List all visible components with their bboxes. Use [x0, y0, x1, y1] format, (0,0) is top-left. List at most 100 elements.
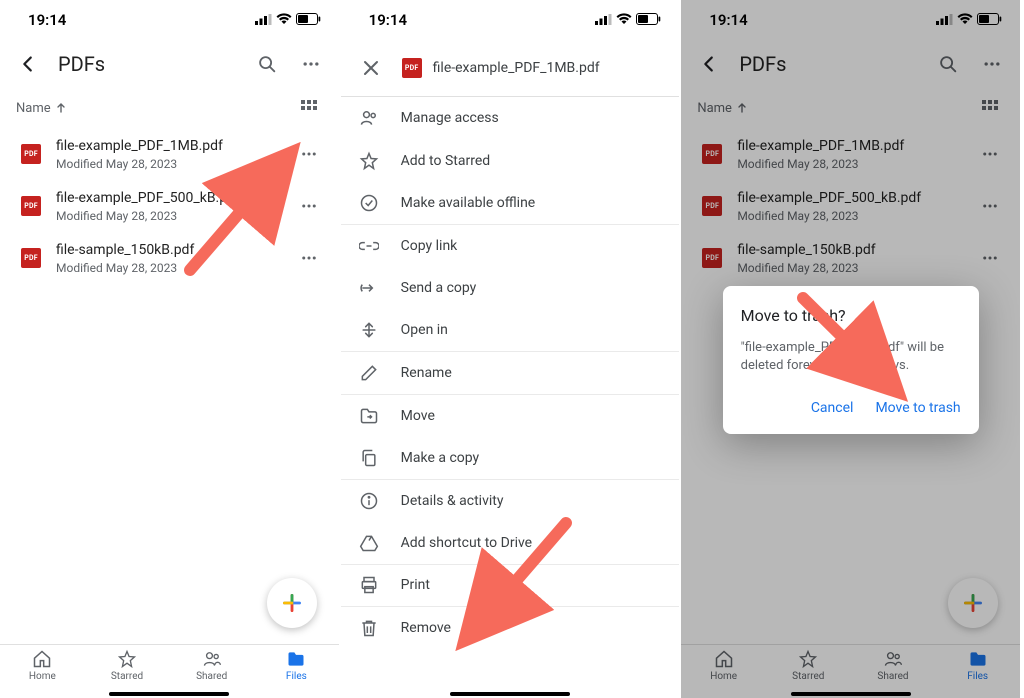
sheet-filename: file-example_PDF_1MB.pdf: [433, 60, 600, 76]
fab-add[interactable]: [948, 578, 998, 628]
bottom-bar: Home Starred Shared Files: [0, 644, 339, 698]
menu-label: Send a copy: [401, 280, 477, 296]
cellular-icon: [595, 11, 612, 29]
file-name: file-example_PDF_500_kB.pdf: [56, 189, 277, 207]
screen-actions-sheet: 19:14 PDF file-example_PDF_1MB.pdf Manag…: [341, 0, 680, 698]
more-button[interactable]: [972, 44, 1012, 84]
file-more-button[interactable]: [291, 136, 327, 172]
cancel-button[interactable]: Cancel: [811, 392, 854, 424]
sort-button[interactable]: Name: [16, 101, 67, 116]
menu-make-offline[interactable]: Make available offline: [341, 182, 680, 225]
file-more-button[interactable]: [972, 188, 1008, 224]
confirm-button[interactable]: Move to trash: [875, 392, 960, 424]
file-row[interactable]: PDF file-example_PDF_500_kB.pdfModified …: [681, 180, 1020, 232]
home-indicator[interactable]: [450, 692, 570, 696]
tab-home[interactable]: Home: [0, 649, 85, 682]
tab-shared[interactable]: Shared: [169, 649, 254, 682]
star-icon: [359, 151, 379, 171]
trash-dialog: Move to trash? "file-example_PDF_1MB.pdf…: [723, 286, 979, 434]
menu-make-copy[interactable]: Make a copy: [341, 437, 680, 480]
menu-label: Open in: [401, 322, 448, 338]
menu-details[interactable]: Details & activity: [341, 480, 680, 523]
trash-icon: [359, 618, 379, 638]
view-toggle[interactable]: [976, 94, 1004, 122]
home-indicator[interactable]: [109, 692, 229, 696]
tab-home[interactable]: Home: [681, 649, 766, 682]
tab-shared[interactable]: Shared: [851, 649, 936, 682]
file-modified: Modified May 28, 2023: [737, 209, 958, 223]
menu-open-in[interactable]: Open in: [341, 310, 680, 353]
menu-remove[interactable]: Remove: [341, 607, 680, 650]
view-toggle[interactable]: [295, 94, 323, 122]
wifi-icon: [276, 11, 292, 29]
file-row[interactable]: PDF file-example_PDF_500_kB.pdfModified …: [0, 180, 339, 232]
menu-add-starred[interactable]: Add to Starred: [341, 140, 680, 183]
status-time: 19:14: [369, 11, 407, 29]
battery-icon: [296, 11, 321, 29]
status-bar: 19:14: [341, 0, 680, 40]
tab-starred[interactable]: Starred: [85, 649, 170, 682]
close-button[interactable]: [351, 48, 391, 88]
dialog-title: Move to trash?: [741, 306, 961, 325]
screen-file-list: 19:14 PDFs Name PDF file-example_PDF_1MB…: [0, 0, 339, 698]
tab-label: Home: [29, 671, 56, 682]
pdf-icon: PDF: [20, 247, 42, 269]
menu-send-copy[interactable]: Send a copy: [341, 267, 680, 310]
file-row[interactable]: PDF file-example_PDF_1MB.pdfModified May…: [0, 128, 339, 180]
sort-button[interactable]: Name: [697, 101, 748, 116]
home-indicator[interactable]: [791, 692, 911, 696]
back-button[interactable]: [689, 44, 729, 84]
pdf-icon: PDF: [701, 143, 723, 165]
file-more-button[interactable]: [291, 240, 327, 276]
battery-icon: [977, 11, 1002, 29]
more-button[interactable]: [291, 44, 331, 84]
tab-files[interactable]: Files: [254, 649, 339, 682]
wifi-icon: [616, 11, 632, 29]
file-more-button[interactable]: [972, 136, 1008, 172]
tab-starred[interactable]: Starred: [766, 649, 851, 682]
status-bar: 19:14: [0, 0, 339, 40]
status-right: [595, 11, 661, 29]
menu-label: Add shortcut to Drive: [401, 535, 532, 551]
tab-files[interactable]: Files: [935, 649, 1020, 682]
arrow-up-icon: [55, 102, 67, 114]
menu-copy-link[interactable]: Copy link: [341, 225, 680, 268]
search-button[interactable]: [247, 44, 287, 84]
header: PDFs: [0, 40, 339, 88]
pdf-icon: PDF: [20, 143, 42, 165]
menu-move[interactable]: Move: [341, 395, 680, 438]
file-more-button[interactable]: [972, 240, 1008, 276]
menu-label: Copy link: [401, 238, 458, 254]
back-button[interactable]: [8, 44, 48, 84]
tab-label: Starred: [111, 671, 143, 682]
sort-label: Name: [697, 101, 732, 116]
status-bar: 19:14: [681, 0, 1020, 40]
file-modified: Modified May 28, 2023: [56, 261, 277, 275]
fab-add[interactable]: [267, 578, 317, 628]
menu-add-shortcut[interactable]: Add shortcut to Drive: [341, 522, 680, 565]
menu-label: Print: [401, 577, 430, 593]
file-row[interactable]: PDF file-sample_150kB.pdfModified May 28…: [681, 232, 1020, 284]
file-more-button[interactable]: [291, 188, 327, 224]
search-button[interactable]: [928, 44, 968, 84]
cellular-icon: [255, 11, 272, 29]
file-modified: Modified May 28, 2023: [56, 209, 277, 223]
drive-shortcut-icon: [359, 533, 379, 553]
file-name: file-example_PDF_500_kB.pdf: [737, 189, 958, 207]
status-right: [936, 11, 1002, 29]
link-icon: [359, 236, 379, 256]
menu-rename[interactable]: Rename: [341, 352, 680, 395]
page-title: PDFs: [52, 52, 243, 76]
file-row[interactable]: PDF file-example_PDF_1MB.pdfModified May…: [681, 128, 1020, 180]
file-name: file-example_PDF_1MB.pdf: [56, 137, 277, 155]
header: PDFs: [681, 40, 1020, 88]
open-in-icon: [359, 320, 379, 340]
file-modified: Modified May 28, 2023: [737, 261, 958, 275]
menu-label: Details & activity: [401, 493, 504, 509]
menu-print[interactable]: Print: [341, 565, 680, 608]
page-title: PDFs: [733, 52, 924, 76]
file-row[interactable]: PDF file-sample_150kB.pdfModified May 28…: [0, 232, 339, 284]
arrow-up-icon: [736, 102, 748, 114]
screen-confirm-dialog: 19:14 PDFs Name PDF file-example_PDF_1MB…: [681, 0, 1020, 698]
menu-manage-access[interactable]: Manage access: [341, 97, 680, 140]
